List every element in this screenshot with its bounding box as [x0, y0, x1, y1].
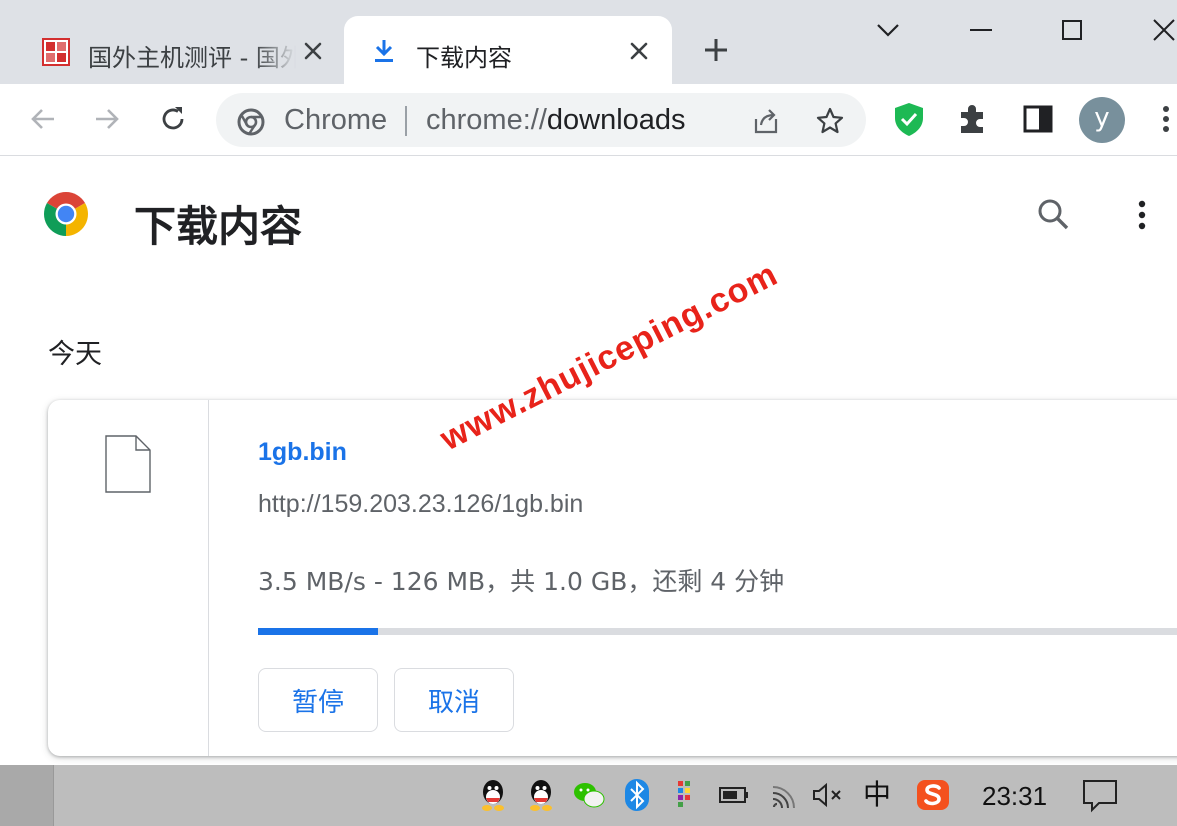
- sogou-icon[interactable]: [916, 777, 950, 813]
- maximize-button[interactable]: [1054, 12, 1090, 48]
- ime-indicator[interactable]: 中: [860, 777, 894, 813]
- divider: [405, 106, 407, 136]
- window-close-button[interactable]: [1146, 12, 1177, 48]
- tab-search-chevron-down-icon[interactable]: [870, 12, 906, 48]
- file-icon: [105, 435, 151, 493]
- bluetooth-icon[interactable]: [620, 777, 654, 813]
- tab-downloads[interactable]: 下载内容: [344, 16, 672, 84]
- progress-bar-fill: [258, 628, 378, 635]
- back-arrow-icon[interactable]: [26, 102, 60, 136]
- shield-check-icon[interactable]: [891, 100, 927, 138]
- file-icon-column: [48, 400, 209, 756]
- search-icon[interactable]: [1034, 195, 1074, 235]
- more-actions-icon[interactable]: [1124, 195, 1160, 235]
- start-button[interactable]: [0, 765, 54, 826]
- avatar[interactable]: y: [1079, 97, 1125, 143]
- close-icon[interactable]: [300, 38, 326, 64]
- browser-toolbar: Chrome chrome://downloads y: [0, 84, 1177, 156]
- download-status: 3.5 MB/s - 126 MB，共 1.0 GB，还剩 4 分钟: [258, 567, 785, 596]
- notification-center-icon[interactable]: [1080, 777, 1120, 815]
- cancel-button[interactable]: 取消: [394, 668, 514, 732]
- system-clock[interactable]: 23:31: [982, 781, 1047, 812]
- bookmark-star-icon[interactable]: [814, 105, 846, 137]
- side-panel-icon[interactable]: [1020, 100, 1056, 138]
- app-grid-icon[interactable]: [668, 777, 702, 813]
- qq-icon[interactable]: [524, 777, 558, 813]
- url-scheme: chrome://: [426, 104, 547, 136]
- forward-arrow-icon[interactable]: [90, 102, 124, 136]
- date-group-label: 今天: [48, 339, 102, 370]
- tab-title: 下载内容: [416, 44, 512, 72]
- share-icon[interactable]: [750, 105, 782, 137]
- reload-icon[interactable]: [156, 102, 190, 136]
- minimize-button[interactable]: [963, 12, 999, 48]
- tab-strip: 国外主机测评 - 国外 下载内容: [0, 0, 1177, 84]
- tab-title: 国外主机测评 - 国外: [88, 44, 296, 72]
- pause-button[interactable]: 暂停: [258, 668, 378, 732]
- chrome-site-icon: [237, 108, 265, 136]
- battery-icon[interactable]: [717, 777, 751, 813]
- source-url-link[interactable]: http://159.203.23.126/1gb.bin: [258, 490, 583, 519]
- page-title: 下载内容: [134, 202, 303, 251]
- close-icon[interactable]: [626, 38, 652, 64]
- address-bar[interactable]: Chrome chrome://downloads: [216, 93, 866, 147]
- kebab-menu-icon[interactable]: [1150, 100, 1177, 138]
- site-favicon-icon: [42, 38, 70, 66]
- url-text[interactable]: chrome://downloads: [426, 104, 686, 137]
- site-chip-label: Chrome: [284, 104, 388, 136]
- file-name-link[interactable]: 1gb.bin: [258, 438, 347, 467]
- tab-zhujiceping[interactable]: 国外主机测评 - 国外: [0, 16, 340, 84]
- chrome-logo-icon: [44, 192, 88, 236]
- volume-muted-icon[interactable]: [810, 777, 844, 813]
- new-tab-button[interactable]: [700, 34, 732, 66]
- download-item-card: 1gb.bin http://159.203.23.126/1gb.bin 3.…: [48, 400, 1177, 756]
- qq-icon[interactable]: [476, 777, 510, 813]
- downloads-header: 下载内容: [0, 157, 1177, 273]
- taskbar: 中 23:31: [0, 765, 1177, 826]
- extensions-puzzle-icon[interactable]: [955, 100, 991, 138]
- progress-bar: [258, 628, 1177, 635]
- wifi-icon[interactable]: [768, 777, 802, 813]
- download-icon: [375, 40, 393, 62]
- wechat-icon[interactable]: [572, 777, 606, 813]
- url-host: downloads: [546, 104, 686, 136]
